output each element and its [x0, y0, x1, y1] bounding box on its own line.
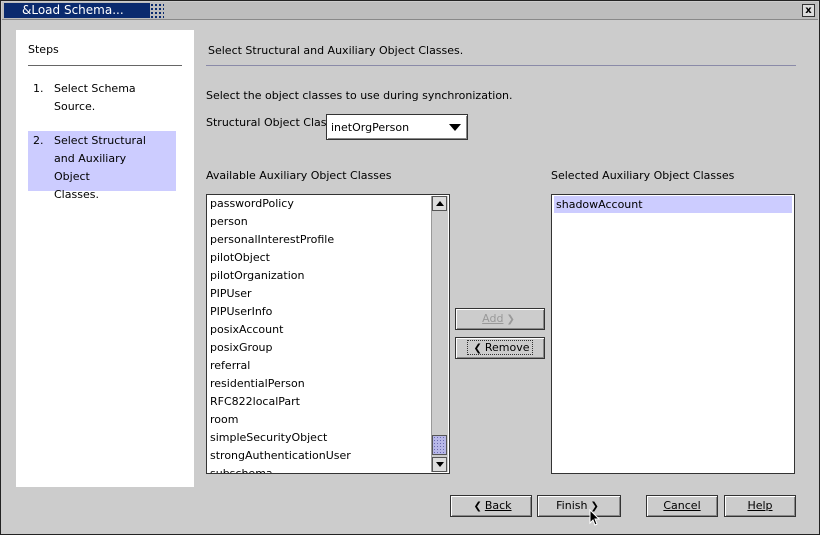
step-label-line: Select Structural: [54, 134, 146, 147]
step-label-line: and Auxiliary Object: [54, 152, 127, 183]
list-item[interactable]: PIPUser: [207, 285, 431, 303]
remove-button-focus: ❮ Remove: [467, 340, 533, 355]
list-item[interactable]: referral: [207, 357, 431, 375]
list-item[interactable]: passwordPolicy: [207, 195, 431, 213]
list-item[interactable]: RFC822localPart: [207, 393, 431, 411]
available-classes-label: Available Auxiliary Object Classes: [206, 169, 392, 182]
selected-classes-list[interactable]: shadowAccount: [551, 194, 795, 474]
finish-button-label: Finish: [556, 499, 588, 512]
list-item[interactable]: subschema: [207, 465, 431, 473]
chevron-down-icon[interactable]: [449, 124, 461, 131]
steps-panel: Steps 1. Select Schema Source. 2. Select…: [16, 30, 194, 487]
scroll-up-icon[interactable]: [432, 196, 447, 211]
step-label: Select Schema Source.: [54, 80, 164, 116]
step-number: 1.: [33, 82, 44, 95]
list-item[interactable]: simpleSecurityObject: [207, 429, 431, 447]
structural-class-select[interactable]: inetOrgPerson: [326, 114, 468, 140]
cancel-button-label: Cancel: [663, 499, 701, 512]
back-button[interactable]: ❮ Back: [450, 495, 532, 517]
add-button-label: Add: [482, 312, 504, 325]
step-label-line: Classes.: [54, 188, 99, 201]
window-title: &Load Schema...: [4, 3, 164, 18]
step-1[interactable]: 1. Select Schema Source.: [28, 80, 176, 118]
chevron-left-icon: ❮: [473, 343, 482, 354]
step-2-active[interactable]: 2. Select Structural and Auxiliary Objec…: [28, 131, 176, 201]
remove-button[interactable]: ❮ Remove: [455, 337, 545, 359]
step-label: Select Structural and Auxiliary Object C…: [54, 132, 164, 204]
selected-classes-label: Selected Auxiliary Object Classes: [551, 169, 735, 182]
page-title: Select Structural and Auxiliary Object C…: [208, 44, 464, 57]
list-item[interactable]: pilotObject: [207, 249, 431, 267]
list-item[interactable]: posixGroup: [207, 339, 431, 357]
list-item[interactable]: person: [207, 213, 431, 231]
list-item[interactable]: pilotOrganization: [207, 267, 431, 285]
list-item[interactable]: personalInterestProfile: [207, 231, 431, 249]
step-number: 2.: [33, 134, 44, 147]
scroll-down-icon[interactable]: [432, 457, 447, 472]
steps-title: Steps: [28, 43, 59, 56]
scroll-thumb[interactable]: [432, 435, 447, 455]
available-items-container: passwordPolicy person personalInterestProf…: [207, 195, 431, 473]
title-bar[interactable]: &Load Schema... x: [2, 2, 818, 20]
step-label-line: Select Schema: [54, 82, 136, 95]
help-button-label: Help: [747, 499, 773, 512]
list-item[interactable]: shadowAccount: [554, 196, 792, 213]
steps-divider: [28, 65, 182, 66]
step-label-line: Source.: [54, 100, 96, 113]
load-schema-dialog: &Load Schema... x Steps 1. Select Schema…: [0, 0, 820, 535]
close-button[interactable]: x: [802, 4, 815, 17]
list-item[interactable]: posixAccount: [207, 321, 431, 339]
cancel-button[interactable]: Cancel: [646, 495, 718, 517]
remove-button-label: Remove: [484, 341, 530, 354]
structural-class-value: inetOrgPerson: [331, 121, 410, 134]
heading-divider: [206, 65, 796, 66]
list-item[interactable]: residentialPerson: [207, 375, 431, 393]
main-content: Select Structural and Auxiliary Object C…: [194, 30, 811, 517]
instruction-text: Select the object classes to use during …: [206, 89, 513, 102]
back-button-label: Back: [484, 499, 512, 512]
mouse-cursor-icon: [589, 509, 601, 526]
list-item[interactable]: PIPUserInfo: [207, 303, 431, 321]
help-button[interactable]: Help: [724, 495, 796, 517]
list-item[interactable]: strongAuthenticationUser: [207, 447, 431, 465]
selected-items-container: shadowAccount: [552, 196, 794, 213]
chevron-right-icon: ❯: [506, 314, 515, 325]
chevron-left-icon: ❮: [473, 501, 482, 512]
finish-button[interactable]: Finish ❯: [537, 495, 621, 517]
structural-class-label: Structural Object Class :: [206, 116, 340, 129]
vertical-scrollbar[interactable]: [431, 196, 448, 472]
available-classes-list[interactable]: passwordPolicy person personalInterestProf…: [206, 194, 450, 474]
add-button[interactable]: Add ❯: [455, 308, 545, 330]
list-item[interactable]: room: [207, 411, 431, 429]
